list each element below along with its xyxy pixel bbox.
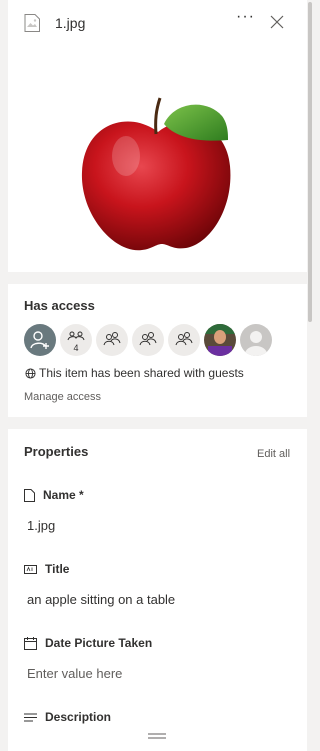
user-avatar[interactable] [240, 324, 272, 356]
people-group-icon[interactable] [168, 324, 200, 356]
resize-handle-icon[interactable] [148, 733, 166, 739]
name-field-value[interactable]: 1.jpg [27, 518, 55, 533]
document-icon [24, 488, 35, 502]
edit-all-button[interactable]: Edit all [257, 448, 290, 460]
people-group-icon[interactable] [132, 324, 164, 356]
close-icon[interactable] [270, 15, 284, 29]
more-options-button[interactable]: ··· [236, 8, 255, 26]
apple-image [81, 97, 231, 251]
name-field-label: Name * [24, 488, 84, 502]
text-field-icon [24, 564, 37, 574]
section-divider [8, 417, 307, 429]
date-field-label: Date Picture Taken [24, 636, 152, 650]
guest-note-text: This item has been shared with guests [39, 366, 244, 380]
has-access-title: Has access [24, 298, 95, 313]
file-name: 1.jpg [55, 15, 86, 31]
people-group-icon[interactable] [96, 324, 128, 356]
title-field-value[interactable]: an apple sitting on a table [27, 592, 175, 607]
details-header: 1.jpg ··· [8, 0, 307, 44]
title-field-label: Title [24, 562, 69, 576]
image-preview[interactable] [8, 44, 307, 272]
calendar-icon [24, 636, 37, 650]
user-avatar[interactable] [204, 324, 236, 356]
properties-title: Properties [24, 444, 89, 459]
scrollbar-thumb[interactable] [308, 2, 312, 322]
group-members-icon[interactable]: 4 [60, 324, 92, 356]
image-file-icon [24, 14, 40, 32]
group-count: 4 [73, 343, 78, 353]
description-field-label: Description [24, 710, 111, 724]
scrollbar[interactable] [307, 0, 313, 751]
guest-share-note: This item has been shared with guests [25, 366, 244, 380]
date-field-input[interactable]: Enter value here [27, 666, 122, 681]
manage-access-link[interactable]: Manage access [24, 391, 101, 403]
globe-icon [25, 367, 36, 379]
add-person-icon[interactable] [24, 324, 56, 356]
details-pane: 1.jpg ··· Has access 4 This item has bee… [8, 0, 307, 751]
description-icon [24, 713, 37, 721]
section-divider [8, 272, 307, 284]
